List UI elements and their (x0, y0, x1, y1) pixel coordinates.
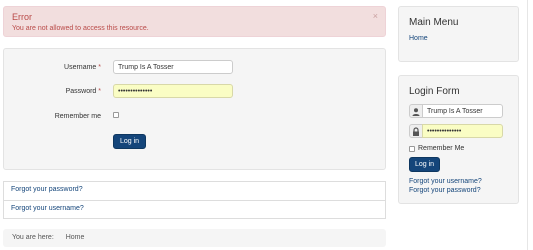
sidebar-remember-label: Remember Me (418, 145, 465, 152)
required-marker: * (98, 88, 101, 95)
login-links-list: Forgot your password? Forgot your userna… (3, 181, 386, 219)
username-input[interactable] (113, 60, 233, 74)
username-label: Username * (11, 64, 101, 71)
remember-label: Remember me (54, 113, 101, 120)
sidebar-password-input[interactable]: •••••••••••••• (422, 124, 503, 138)
breadcrumb-prefix: You are here: (12, 234, 54, 241)
breadcrumb-home: Home (65, 234, 85, 241)
main-menu-module: Main Menu Home (398, 6, 519, 62)
alert-message: You are not allowed to access this resou… (12, 25, 149, 32)
user-icon-addon (409, 104, 423, 118)
main-menu-home-link[interactable]: Home (409, 35, 428, 42)
login-form-title: Login Form (409, 86, 460, 97)
alert-title: Error (12, 12, 32, 22)
page-edge-divider (527, 0, 528, 250)
divider (4, 200, 385, 201)
forgot-password-link[interactable]: Forgot your password? (11, 186, 83, 193)
lock-icon-addon (409, 124, 423, 138)
password-label: Password * (11, 88, 101, 95)
login-button[interactable]: Log in (113, 134, 146, 149)
user-icon (412, 108, 420, 116)
sidebar-login-button[interactable]: Log in (409, 157, 440, 172)
password-label-text: Password (65, 88, 97, 95)
username-label-text: Username (64, 64, 97, 71)
required-marker: * (98, 64, 101, 71)
lock-icon (413, 127, 419, 136)
close-icon[interactable]: × (373, 11, 378, 21)
error-alert: Error You are not allowed to access this… (3, 6, 386, 37)
main-menu-title: Main Menu (409, 17, 459, 28)
sidebar-remember-checkbox[interactable] (409, 146, 415, 152)
remember-checkbox[interactable] (113, 112, 119, 118)
sidebar-forgot-username-link[interactable]: Forgot your username? (409, 178, 482, 185)
password-input[interactable]: •••••••••••••• (113, 84, 233, 98)
sidebar-forgot-password-link[interactable]: Forgot your password? (409, 187, 481, 194)
login-form-module: Login Form Forgot your username? Forgot … (398, 75, 519, 204)
forgot-username-link[interactable]: Forgot your username? (11, 205, 84, 212)
sidebar-username-input[interactable]: Trump Is A Tosser (422, 104, 503, 118)
breadcrumb: You are here: Home (3, 229, 386, 247)
